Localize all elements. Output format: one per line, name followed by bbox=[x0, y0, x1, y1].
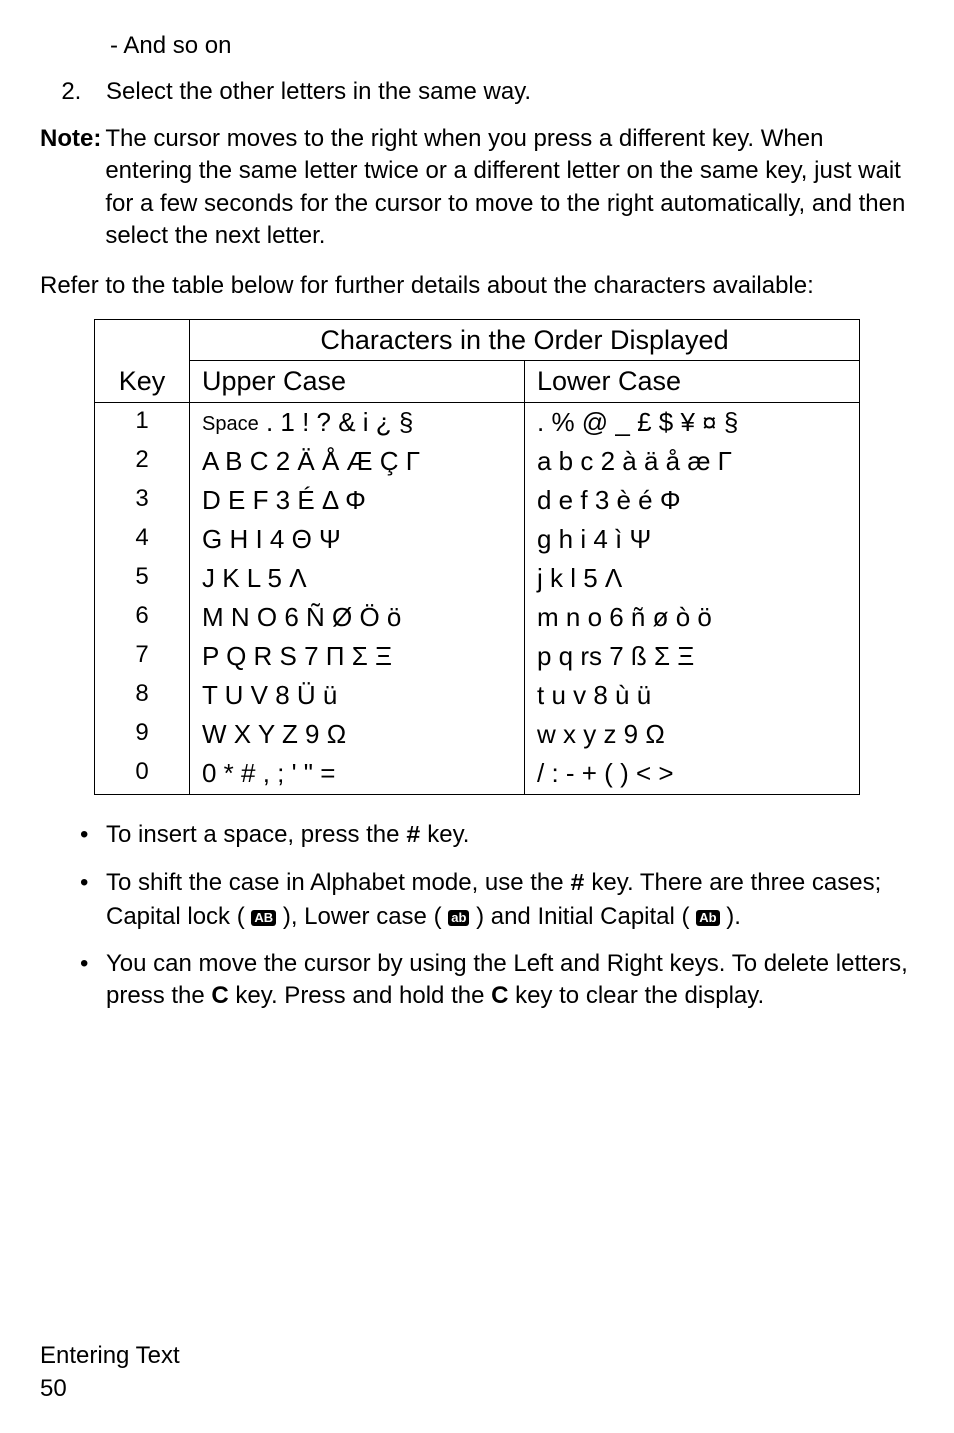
lower-cell: d e f 3 è é Φ bbox=[525, 481, 860, 520]
c-key-2: C bbox=[491, 982, 508, 1009]
tip-case-a: To shift the case in Alphabet mode, use … bbox=[106, 869, 570, 896]
upper-cell: A B C 2 Ä Å Æ Ç Γ bbox=[190, 442, 525, 481]
section-title: Entering Text bbox=[40, 1340, 180, 1372]
key-cell: 0 bbox=[95, 754, 190, 794]
table-row: 2A B C 2 Ä Å Æ Ç Γa b c 2 à ä å æ Γ bbox=[95, 442, 860, 481]
table-row: 1Space . 1 ! ? & i ¿ §. % @ _ £ $ ¥ ¤ § bbox=[95, 402, 860, 442]
tip-case-c: ), Lower case ( bbox=[276, 903, 448, 930]
tip-space: To insert a space, press the # key. bbox=[80, 819, 914, 853]
key-cell: 6 bbox=[95, 598, 190, 637]
upper-cell: J K L 5 Λ bbox=[190, 559, 525, 598]
lower-cell: p q rs 7 ß Σ Ξ bbox=[525, 637, 860, 676]
hash-key-icon: # bbox=[406, 823, 420, 850]
lower-cell: m n o 6 ñ ø ò ö bbox=[525, 598, 860, 637]
table-row: 7P Q R S 7 Π Σ Ξp q rs 7 ß Σ Ξ bbox=[95, 637, 860, 676]
key-cell: 1 bbox=[95, 402, 190, 442]
upper-cell: T U V 8 Ü ü bbox=[190, 676, 525, 715]
tip-cursor-b: key. Press and hold the bbox=[229, 982, 491, 1009]
upper-cell: Space . 1 ! ? & i ¿ § bbox=[190, 402, 525, 442]
step-2: Select the other letters in the same way… bbox=[88, 76, 914, 108]
table-row: 4G H I 4 Θ Ψg h i 4 ì Ψ bbox=[95, 520, 860, 559]
hash-key-icon: # bbox=[570, 871, 584, 898]
tip-cursor-c: key to clear the display. bbox=[508, 982, 764, 1009]
lower-cell: w x y z 9 Ω bbox=[525, 715, 860, 754]
key-cell: 4 bbox=[95, 520, 190, 559]
step-2-text: Select the other letters in the same way… bbox=[106, 78, 531, 105]
table-row: 8T U V 8 Ü üt u v 8 ù ü bbox=[95, 676, 860, 715]
tip-case-d: ) and Initial Capital ( bbox=[469, 903, 696, 930]
c-key-1: C bbox=[211, 982, 228, 1009]
table-row: 6M N O 6 Ñ Ø Ö öm n o 6 ñ ø ò ö bbox=[95, 598, 860, 637]
characters-tbody: 1Space . 1 ! ? & i ¿ §. % @ _ £ $ ¥ ¤ §2… bbox=[95, 402, 860, 794]
col-key-header: Key bbox=[95, 319, 190, 402]
characters-table: Key Characters in the Order Displayed Up… bbox=[94, 319, 860, 795]
key-cell: 5 bbox=[95, 559, 190, 598]
upper-cell: M N O 6 Ñ Ø Ö ö bbox=[190, 598, 525, 637]
lower-cell: t u v 8 ù ü bbox=[525, 676, 860, 715]
tip-space-a: To insert a space, press the bbox=[106, 821, 406, 848]
key-cell: 2 bbox=[95, 442, 190, 481]
upper-cell: 0 * # , ; ' " = bbox=[190, 754, 525, 794]
tip-case-e: ). bbox=[720, 903, 741, 930]
steps-list: Select the other letters in the same way… bbox=[40, 76, 914, 108]
and-so-on-text: - And so on bbox=[110, 30, 914, 62]
tips-list: To insert a space, press the # key. To s… bbox=[40, 819, 914, 1013]
key-cell: 7 bbox=[95, 637, 190, 676]
page-footer: Entering Text 50 bbox=[40, 1340, 180, 1405]
tip-cursor: You can move the cursor by using the Lef… bbox=[80, 948, 914, 1013]
col-main-header: Characters in the Order Displayed bbox=[190, 319, 860, 360]
col-lower-header: Lower Case bbox=[525, 361, 860, 402]
manual-page: - And so on Select the other letters in … bbox=[0, 0, 954, 1433]
lower-cell: a b c 2 à ä å æ Γ bbox=[525, 442, 860, 481]
lower-case-icon: ab bbox=[448, 910, 469, 926]
note-block: Note: The cursor moves to the right when… bbox=[40, 123, 914, 253]
tip-case: To shift the case in Alphabet mode, use … bbox=[80, 867, 914, 934]
key-cell: 9 bbox=[95, 715, 190, 754]
upper-cell: D E F 3 É Δ Φ bbox=[190, 481, 525, 520]
upper-cell: W X Y Z 9 Ω bbox=[190, 715, 525, 754]
col-upper-header: Upper Case bbox=[190, 361, 525, 402]
capital-lock-icon: AB bbox=[251, 910, 276, 926]
lower-cell: g h i 4 ì Ψ bbox=[525, 520, 860, 559]
lower-cell: . % @ _ £ $ ¥ ¤ § bbox=[525, 402, 860, 442]
page-number: 50 bbox=[40, 1373, 180, 1405]
note-body: The cursor moves to the right when you p… bbox=[105, 123, 914, 253]
table-intro: Refer to the table below for further det… bbox=[40, 270, 914, 302]
upper-cell: G H I 4 Θ Ψ bbox=[190, 520, 525, 559]
note-label: Note: bbox=[40, 123, 105, 253]
key-cell: 3 bbox=[95, 481, 190, 520]
key-cell: 8 bbox=[95, 676, 190, 715]
table-row: 9W X Y Z 9 Ωw x y z 9 Ω bbox=[95, 715, 860, 754]
table-row: 3D E F 3 É Δ Φd e f 3 è é Φ bbox=[95, 481, 860, 520]
lower-cell: j k l 5 Λ bbox=[525, 559, 860, 598]
table-row: 00 * # , ; ' " =/ : - + ( ) < > bbox=[95, 754, 860, 794]
upper-cell: P Q R S 7 Π Σ Ξ bbox=[190, 637, 525, 676]
table-row: 5J K L 5 Λj k l 5 Λ bbox=[95, 559, 860, 598]
tip-space-b: key. bbox=[421, 821, 470, 848]
initial-capital-icon: Ab bbox=[696, 910, 719, 926]
lower-cell: / : - + ( ) < > bbox=[525, 754, 860, 794]
